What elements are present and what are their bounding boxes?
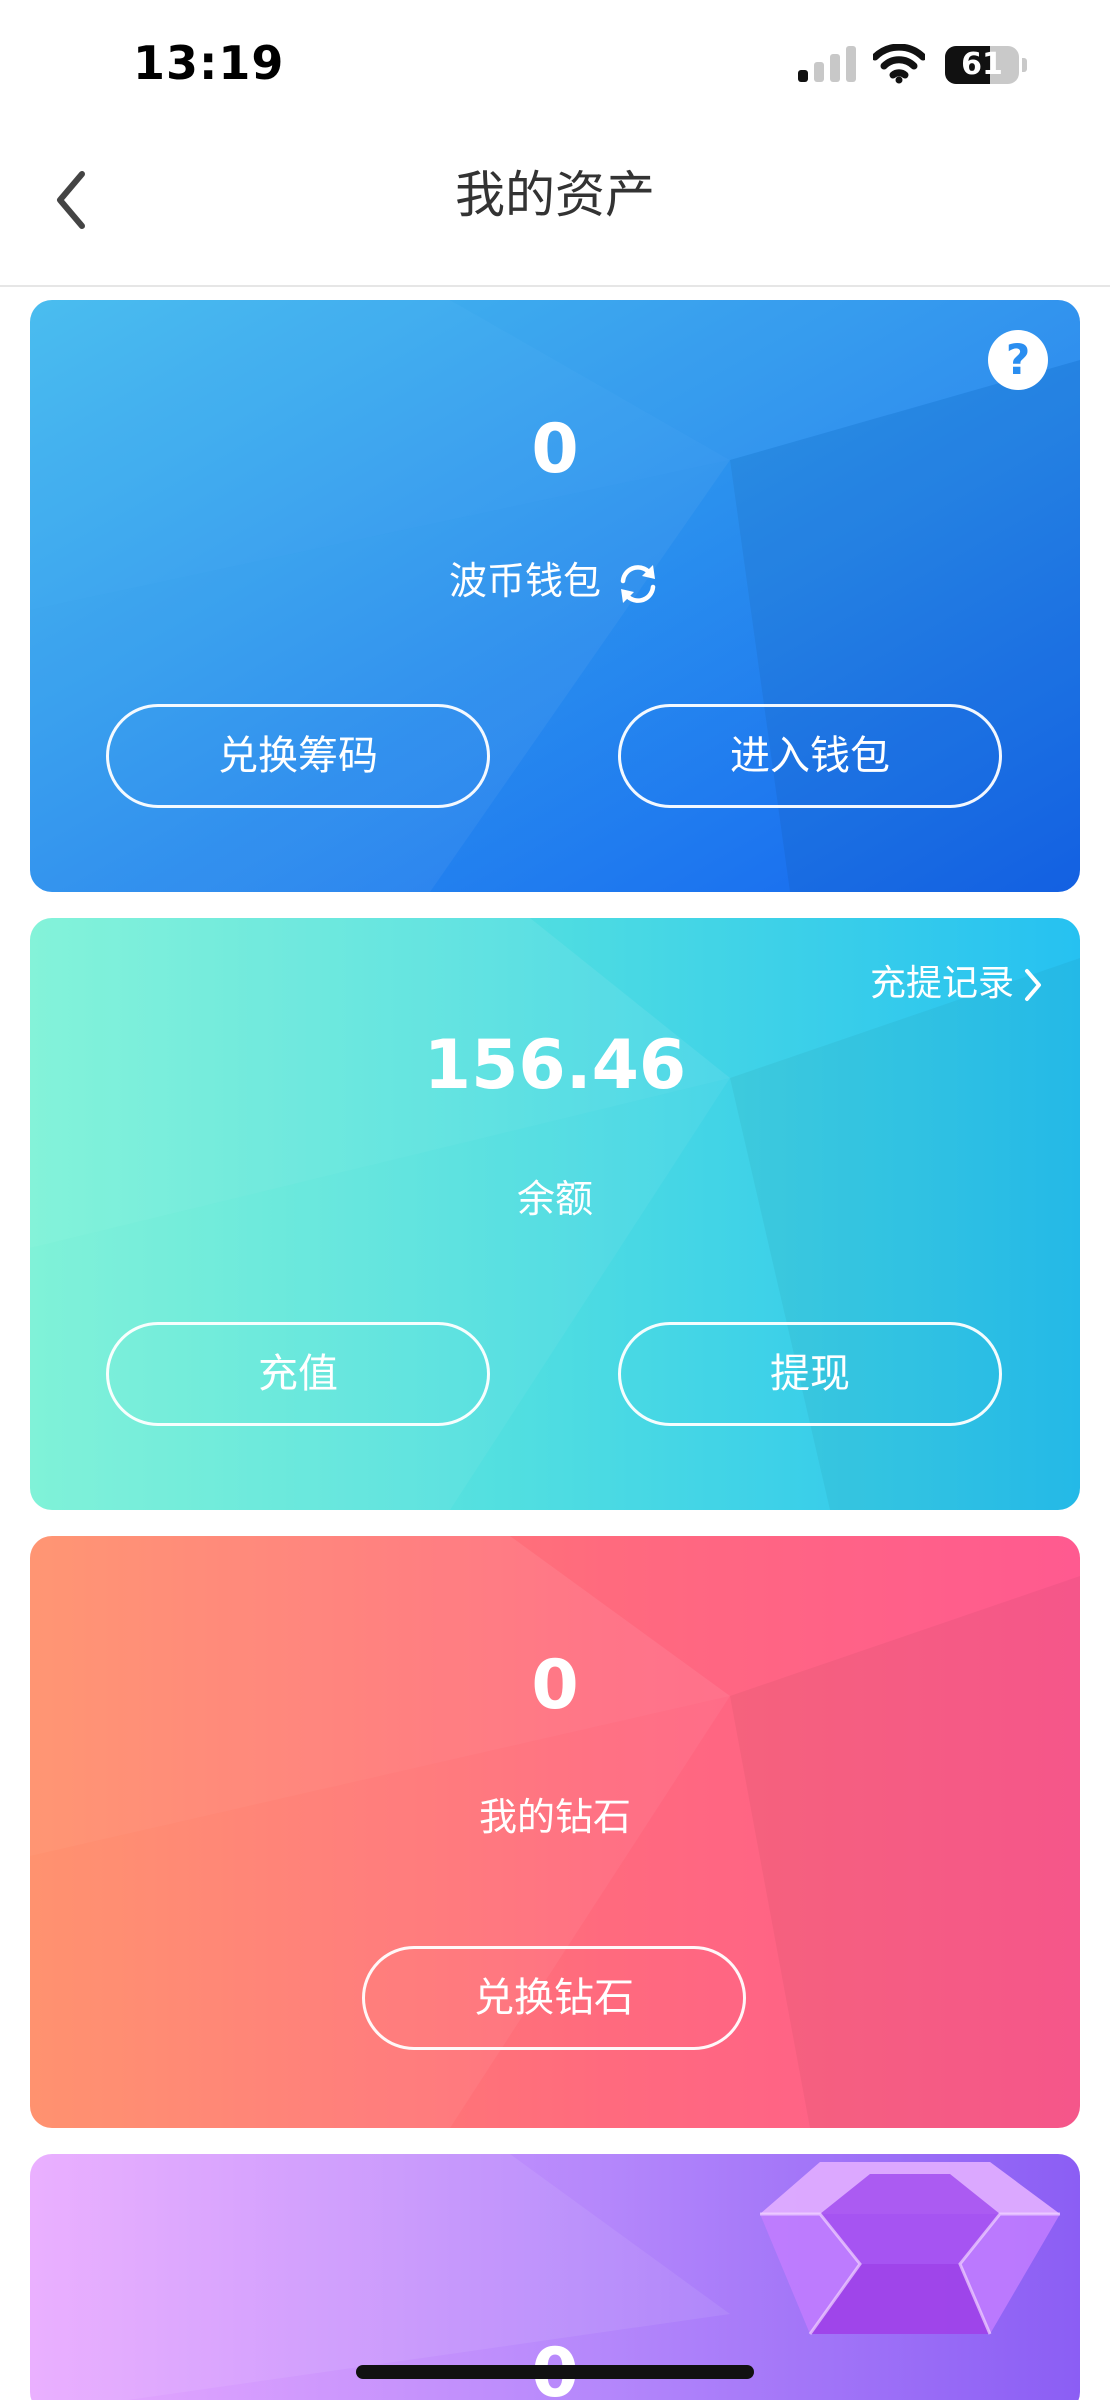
recharge-button[interactable]: 充值: [106, 1322, 490, 1426]
recharge-withdraw-records-link[interactable]: 充提记录: [870, 954, 1044, 1006]
cellular-signal-icon: [798, 46, 856, 82]
diamond-amount: 0: [531, 1646, 579, 1725]
withdraw-button[interactable]: 提现: [618, 1322, 1002, 1426]
wifi-icon: [873, 44, 925, 84]
wallet-amount: 0: [531, 410, 579, 489]
records-link-label: 充提记录: [869, 963, 1014, 1004]
exchange-diamonds-button[interactable]: 兑换钻石: [362, 1946, 746, 2050]
wallet-label: 波币钱包: [448, 559, 601, 603]
balance-card: 充提记录 156.46 余额 充值 提现: [30, 918, 1080, 1510]
wallet-label-row: 波币钱包: [30, 550, 1080, 607]
wallet-card: ? 0 波币钱包 兑换筹码 进入钱包: [30, 300, 1080, 892]
home-indicator: [356, 2365, 754, 2379]
page-title: 我的资产: [455, 166, 655, 224]
status-time: 13:19: [133, 36, 285, 90]
chevron-right-icon: [1025, 969, 1041, 1001]
diamond-card: 0 我的钻石 兑换钻石: [30, 1536, 1080, 2128]
refresh-icon[interactable]: [615, 561, 661, 607]
balance-amount: 156.46: [423, 1026, 687, 1105]
enter-wallet-button[interactable]: 进入钱包: [618, 704, 1002, 808]
battery-level: 61: [961, 47, 1003, 82]
balance-label: 余额: [516, 1177, 593, 1221]
nav-bar: 我的资产: [0, 130, 1110, 287]
battery-icon: 61: [945, 46, 1027, 84]
diamond-label: 我的钻石: [478, 1795, 631, 1839]
purple-card: 0: [30, 2154, 1080, 2400]
exchange-chips-button[interactable]: 兑换筹码: [106, 704, 490, 808]
status-bar: 13:19 61: [0, 0, 1110, 130]
help-icon[interactable]: ?: [988, 330, 1048, 390]
